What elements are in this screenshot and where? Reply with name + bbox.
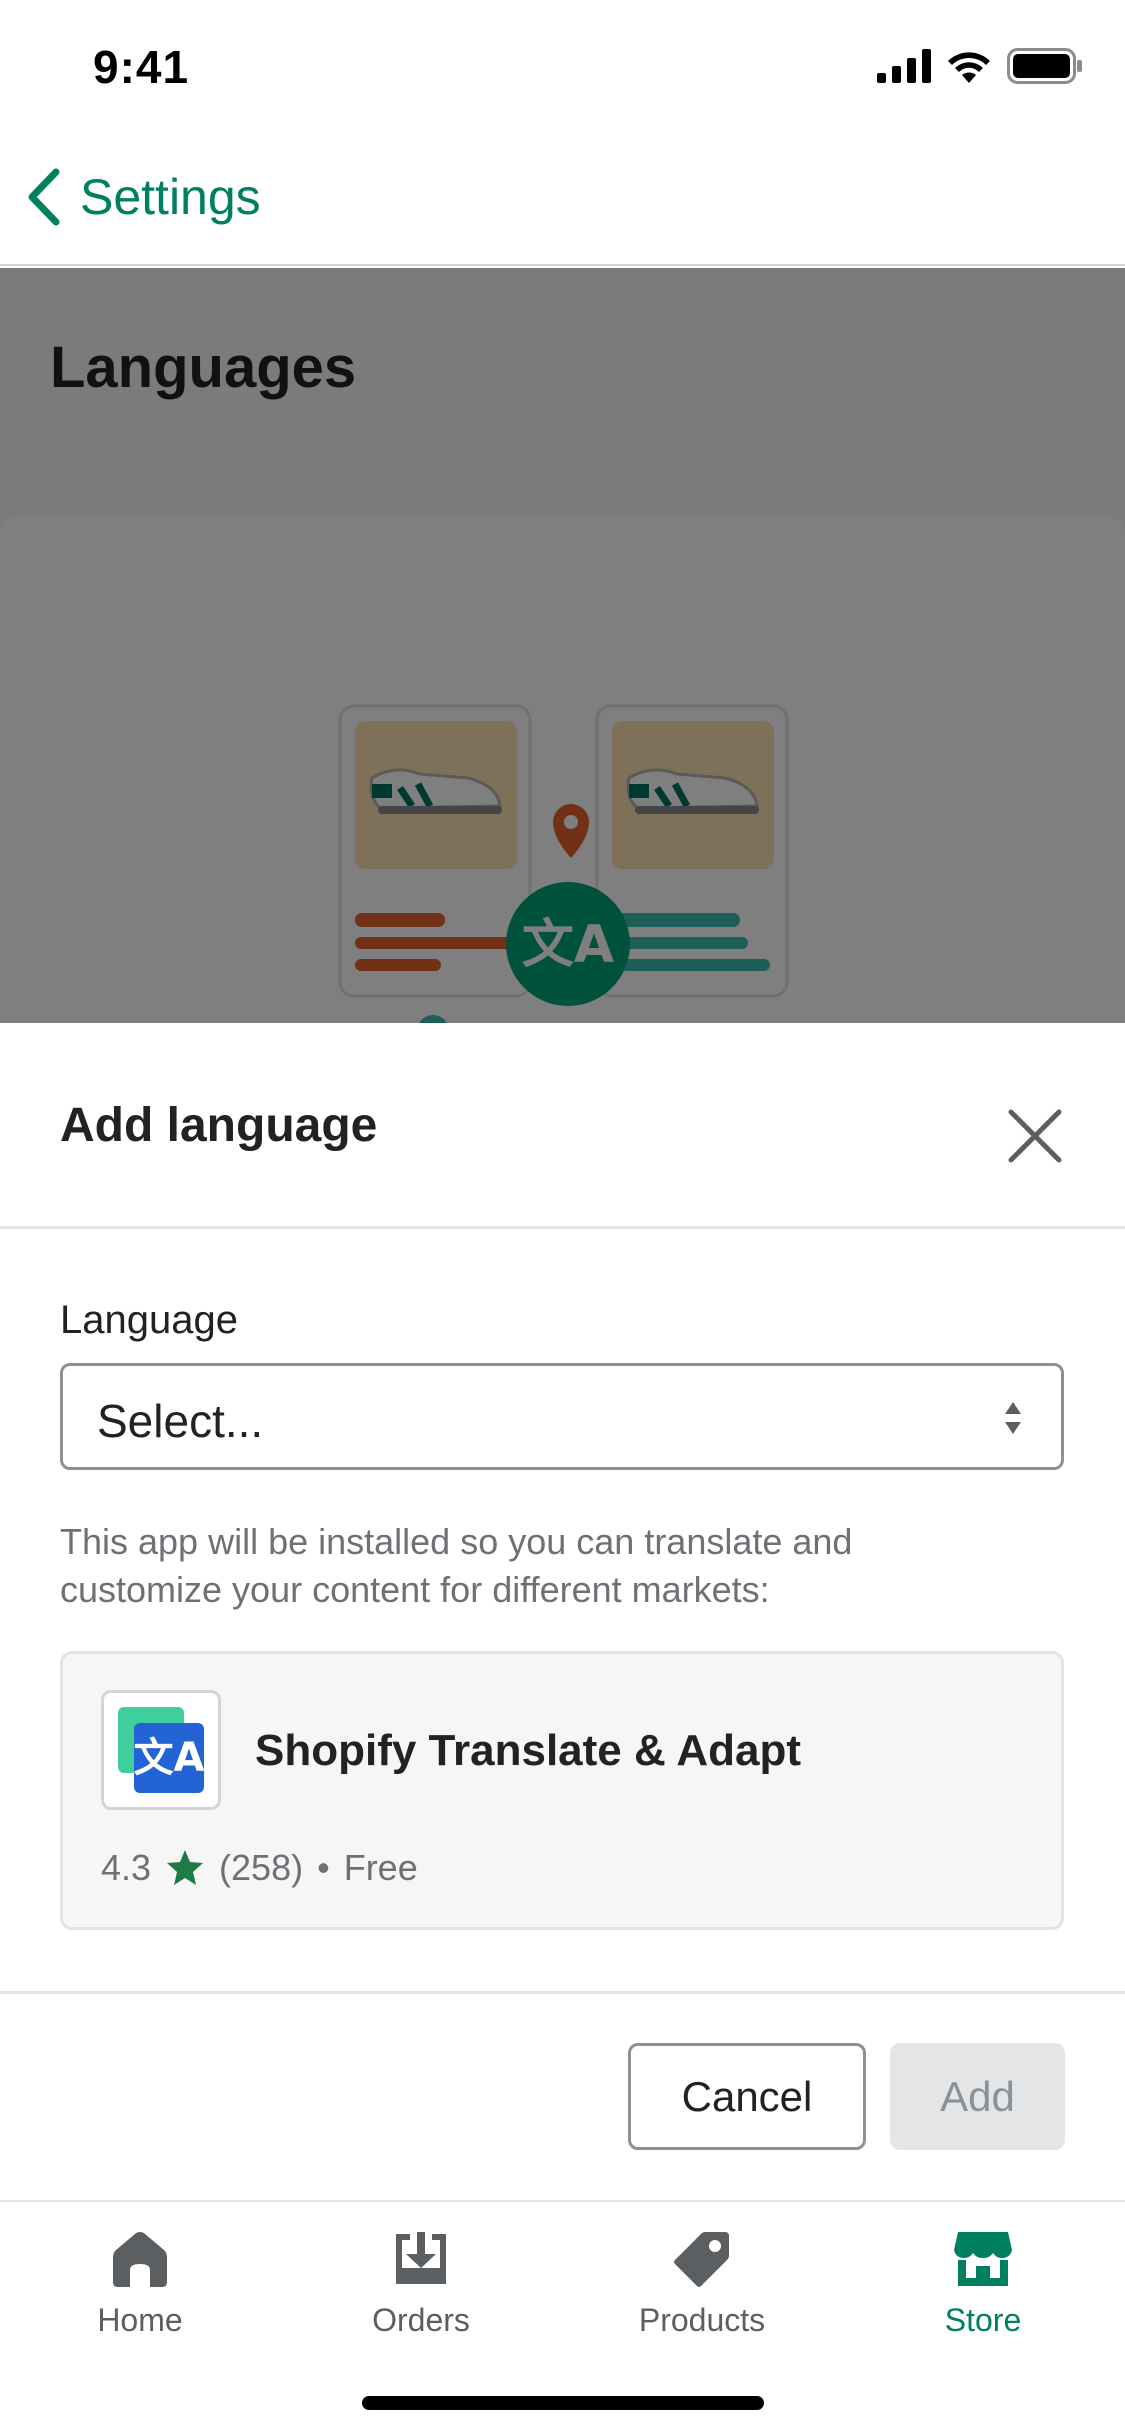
add-language-sheet: Add language Language Select... This app… bbox=[0, 1023, 1125, 2200]
app-name: Shopify Translate & Adapt bbox=[255, 1726, 802, 1775]
status-time: 9:41 bbox=[93, 41, 190, 93]
tab-orders[interactable]: Orders bbox=[321, 2230, 521, 2360]
tab-store-label: Store bbox=[944, 2302, 1022, 2338]
close-button[interactable] bbox=[1000, 1101, 1070, 1171]
app-rating: 4.3 bbox=[101, 1847, 152, 1888]
app-reviews: (258) bbox=[219, 1847, 304, 1888]
footer-divider bbox=[0, 1991, 1125, 1994]
app-price: Free bbox=[343, 1847, 418, 1888]
tab-orders-label: Orders bbox=[372, 2302, 470, 2338]
products-tag-icon bbox=[674, 2232, 729, 2287]
status-bar: 9:41 bbox=[0, 0, 1125, 140]
close-icon bbox=[1008, 1109, 1062, 1163]
translate-app-icon: 文A bbox=[118, 1707, 205, 1793]
app-card: 文A Shopify Translate & Adapt 4.3 (258) •… bbox=[60, 1651, 1064, 1930]
cancel-button[interactable]: Cancel bbox=[628, 2043, 866, 2150]
app-icon: 文A bbox=[101, 1690, 221, 1810]
back-button[interactable]: Settings bbox=[24, 166, 261, 228]
status-icons bbox=[877, 48, 1083, 84]
store-icon bbox=[954, 2232, 1012, 2286]
cellular-signal-icon bbox=[877, 49, 931, 83]
tab-store[interactable]: Store bbox=[883, 2230, 1083, 2360]
add-button[interactable]: Add bbox=[890, 2043, 1065, 2150]
meta-separator: • bbox=[317, 1847, 330, 1888]
chevron-left-icon bbox=[28, 168, 60, 226]
app-meta: 4.3 (258) • Free bbox=[101, 1847, 418, 1889]
language-select-value: Select... bbox=[97, 1395, 264, 1447]
tab-home-label: Home bbox=[97, 2302, 183, 2338]
tab-products-label: Products bbox=[638, 2302, 766, 2338]
home-indicator bbox=[362, 2396, 764, 2410]
tab-home[interactable]: Home bbox=[40, 2230, 240, 2360]
back-label: Settings bbox=[80, 169, 261, 225]
wifi-icon bbox=[948, 52, 990, 83]
help-text: This app will be installed so you can tr… bbox=[60, 1521, 853, 1610]
home-icon bbox=[113, 2232, 167, 2287]
select-arrows-icon bbox=[1005, 1402, 1021, 1434]
battery-icon bbox=[1007, 48, 1082, 84]
svg-text:文A: 文A bbox=[134, 1735, 205, 1781]
tab-products[interactable]: Products bbox=[602, 2230, 802, 2360]
language-label: Language bbox=[60, 1298, 238, 1342]
sheet-header: Add language bbox=[0, 1023, 1125, 1229]
star-icon bbox=[167, 1850, 204, 1885]
modal-backdrop[interactable] bbox=[0, 268, 1125, 1023]
orders-icon bbox=[396, 2232, 446, 2284]
language-select[interactable]: Select... bbox=[60, 1363, 1064, 1470]
screen: 9:41 Settings Add language Language Sele… bbox=[0, 0, 1125, 2436]
nav-header: Settings bbox=[0, 140, 1125, 266]
sheet-title: Add language bbox=[60, 1099, 378, 1152]
